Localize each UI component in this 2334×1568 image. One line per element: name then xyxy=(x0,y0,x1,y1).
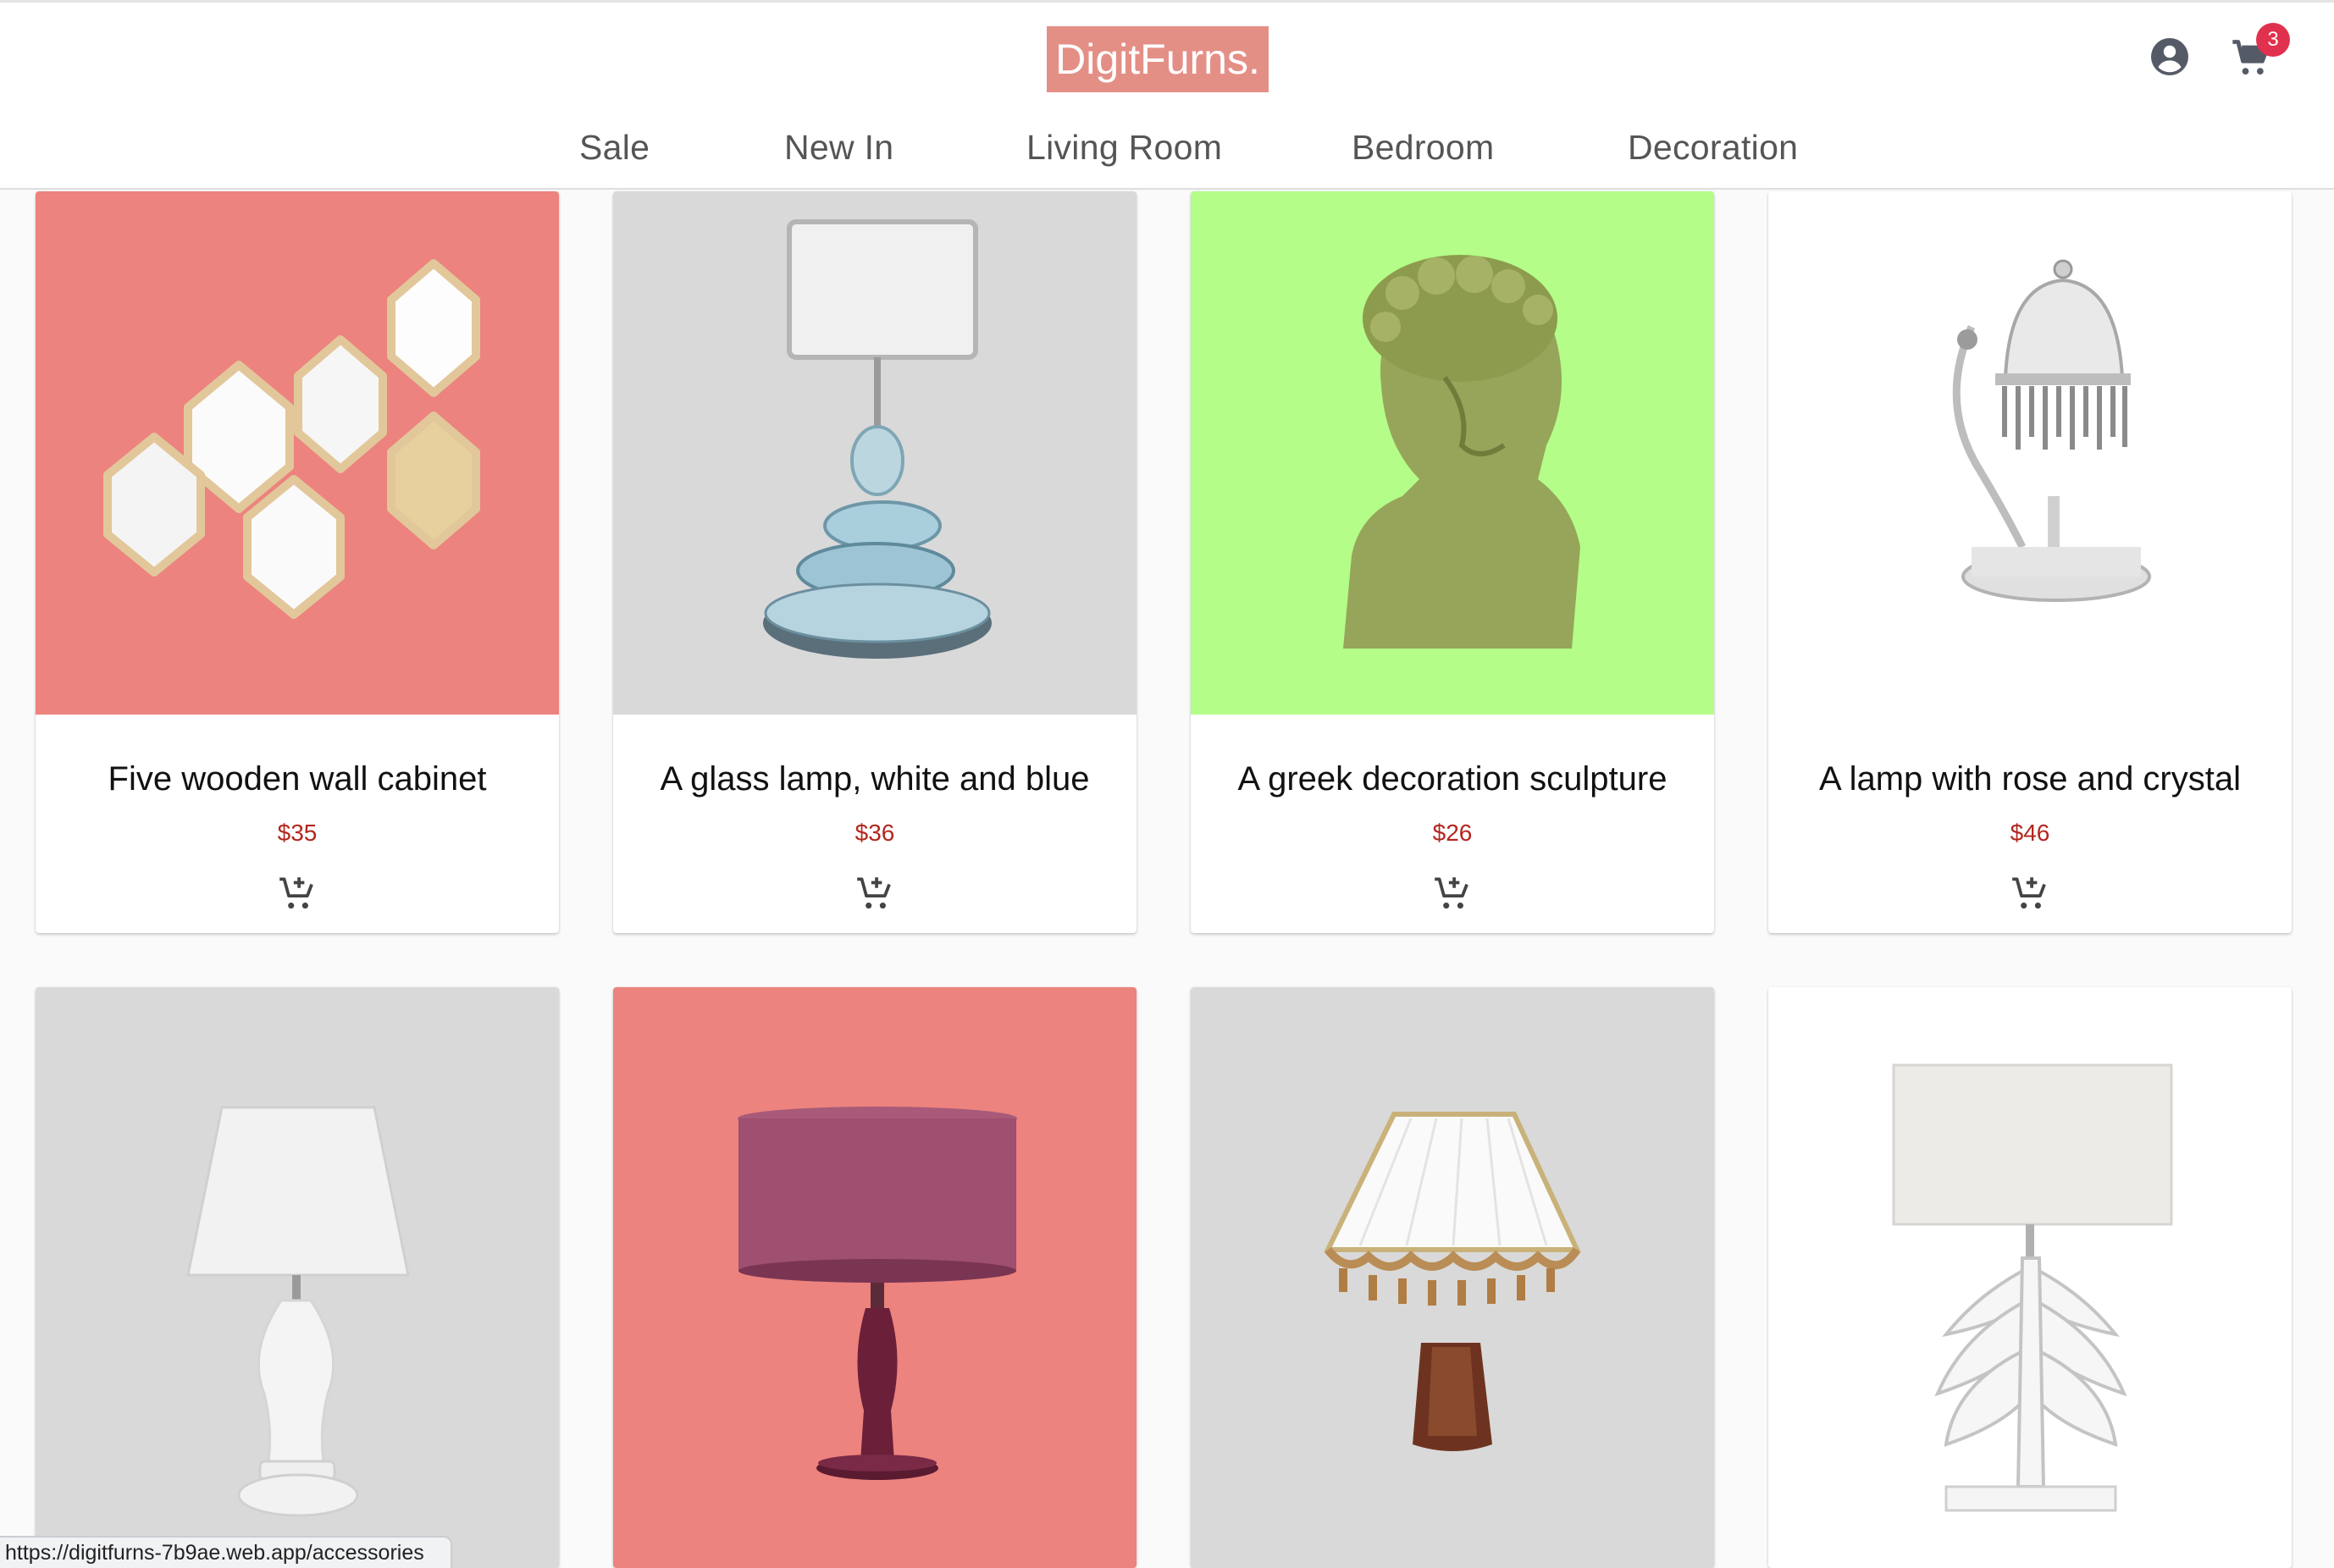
product-image[interactable] xyxy=(1191,987,1714,1568)
nav-item-sale[interactable]: Sale xyxy=(579,128,650,168)
product-price: $26 xyxy=(1432,820,1473,846)
hexagon-wall-shelf-image xyxy=(103,259,480,619)
purple-table-lamp-image xyxy=(738,1107,1017,1480)
product-title[interactable]: A lamp with rose and crystal xyxy=(1768,760,2292,798)
product-title[interactable]: A greek decoration sculpture xyxy=(1191,760,1714,798)
add-to-cart-button[interactable] xyxy=(2009,872,2051,914)
leaf-lamp-image xyxy=(1892,1063,2173,1512)
product-price: $36 xyxy=(855,820,895,846)
product-title[interactable]: A glass lamp, white and blue xyxy=(613,760,1137,798)
product-image[interactable] xyxy=(613,191,1137,715)
category-nav: Sale New In Living Room Bedroom Decorati… xyxy=(0,128,2334,179)
add-shopping-cart-icon xyxy=(2012,877,2046,909)
product-price: $46 xyxy=(2010,820,2050,846)
product-card[interactable]: Five wooden wall cabinet $35 xyxy=(36,191,559,933)
glass-stone-lamp-image xyxy=(763,219,992,659)
greek-bust-image xyxy=(1343,255,1580,649)
product-image[interactable] xyxy=(613,987,1137,1568)
product-card[interactable]: A lamp with rose and crystal $46 xyxy=(1768,191,2292,933)
status-bar-url: https://digitfurns-7b9ae.web.app/accesso… xyxy=(0,1536,452,1568)
add-shopping-cart-icon xyxy=(1435,877,1468,909)
product-image[interactable] xyxy=(1768,987,2292,1568)
nav-item-living-room[interactable]: Living Room xyxy=(1026,128,1222,168)
product-card[interactable] xyxy=(1191,987,1714,1568)
product-card[interactable] xyxy=(36,987,559,1568)
nav-item-new-in[interactable]: New In xyxy=(784,128,893,168)
product-card[interactable]: A glass lamp, white and blue $36 xyxy=(613,191,1137,933)
white-table-lamp-image xyxy=(186,1106,410,1517)
product-price: $35 xyxy=(277,820,318,846)
product-image[interactable] xyxy=(1768,191,2292,715)
add-to-cart-button[interactable] xyxy=(276,872,318,914)
product-image[interactable] xyxy=(36,191,559,715)
product-image[interactable] xyxy=(36,987,559,1568)
fringe-lamp-image xyxy=(1324,1112,1581,1451)
add-to-cart-button[interactable] xyxy=(1431,872,1474,914)
account-button[interactable] xyxy=(2149,36,2190,77)
brand-logo[interactable]: DigitFurns. xyxy=(1047,26,1269,92)
add-to-cart-button[interactable] xyxy=(854,872,896,914)
product-image[interactable] xyxy=(1191,191,1714,715)
account-circle-icon xyxy=(2151,38,2188,75)
product-card[interactable] xyxy=(613,987,1137,1568)
nav-item-decoration[interactable]: Decoration xyxy=(1628,128,1798,168)
add-shopping-cart-icon xyxy=(857,877,891,909)
site-header: DigitFurns. 3 Sale New In Living Room Be… xyxy=(0,0,2334,190)
cart-count-badge: 3 xyxy=(2256,23,2290,57)
nav-item-bedroom[interactable]: Bedroom xyxy=(1352,128,1494,168)
product-title[interactable]: Five wooden wall cabinet xyxy=(36,760,559,798)
product-card[interactable]: A greek decoration sculpture $26 xyxy=(1191,191,1714,933)
add-shopping-cart-icon xyxy=(279,877,313,909)
crystal-lamp-image xyxy=(1952,259,2151,602)
product-card[interactable] xyxy=(1768,987,2292,1568)
